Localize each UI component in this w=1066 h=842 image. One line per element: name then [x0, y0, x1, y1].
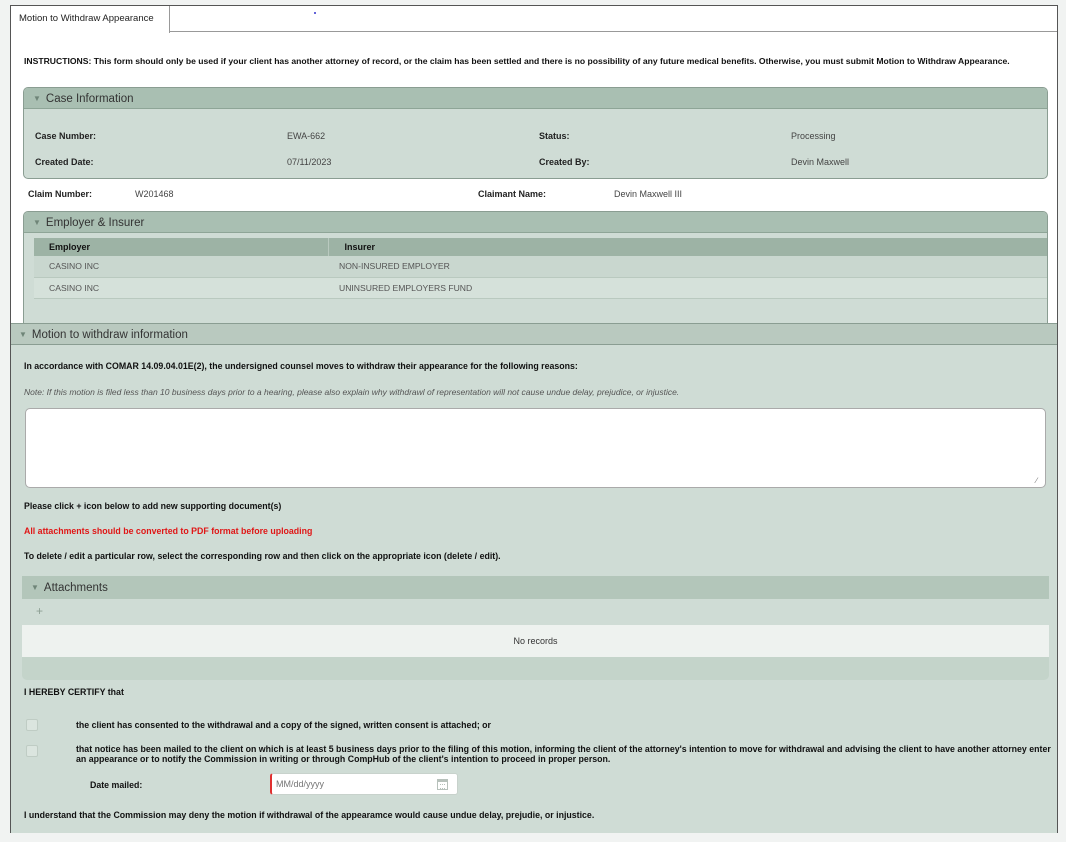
column-header-employer[interactable]: Employer [34, 238, 328, 256]
created-date-value: 07/11/2023 [287, 157, 332, 167]
employer-insurer-title: Employer & Insurer [45, 217, 145, 229]
employer-cell: CASINO INC [34, 256, 328, 278]
employer-cell: CASINO INC [34, 277, 328, 299]
add-document-instruction: Please click + icon below to add new sup… [24, 501, 282, 511]
tab-motion-to-withdraw[interactable]: Motion to Withdraw Appearance [11, 6, 170, 33]
employer-insurer-table: Employer Insurer CASINO INC NON-INSURED … [34, 238, 1047, 299]
understand-statement: I understand that the Commission may den… [24, 810, 595, 820]
delete-edit-instruction: To delete / edit a particular row, selec… [24, 551, 501, 561]
column-header-insurer[interactable]: Insurer [327, 238, 1047, 256]
certify-heading: I HEREBY CERTIFY that [24, 687, 124, 697]
claimant-name-value: Devin Maxwell III [614, 189, 683, 199]
case-number-value: EWA-662 [287, 131, 326, 141]
accordance-text: In accordance with COMAR 14.09.04.01E(2)… [24, 361, 578, 371]
consent-option-text: the client has consented to the withdraw… [76, 720, 491, 730]
chevron-down-icon: ▼ [33, 218, 41, 227]
notice-mailed-checkbox[interactable] [26, 745, 38, 757]
withdrawal-reasons-textarea[interactable] [25, 408, 1046, 488]
attachments-title: Attachments [43, 582, 108, 594]
claimant-name-label: Claimant Name: [478, 189, 547, 199]
case-information-title: Case Information [45, 93, 134, 105]
form-window: Motion to Withdraw Appearance INSTRUCTIO… [10, 5, 1058, 833]
chevron-down-icon: ▼ [33, 94, 41, 103]
motion-withdraw-title: Motion to withdraw information [31, 329, 188, 341]
notice-mailed-option-text: that notice has been mailed to the clien… [76, 744, 1051, 764]
claim-number-label: Claim Number: [28, 189, 93, 199]
table-header-row: Employer Insurer [34, 238, 1047, 256]
attachments-header[interactable]: ▼ Attachments [22, 576, 1049, 599]
employer-insurer-header[interactable]: ▼ Employer & Insurer [24, 212, 1047, 233]
chevron-down-icon: ▼ [19, 330, 27, 339]
tab-bar: Motion to Withdraw Appearance [11, 6, 1057, 33]
motion-withdraw-header[interactable]: ▼ Motion to withdraw information [11, 323, 1057, 345]
plus-icon[interactable]: + [36, 604, 43, 618]
employer-insurer-panel: ▼ Employer & Insurer Employer Insurer CAS… [23, 211, 1048, 323]
tab-bar-dot [314, 12, 316, 14]
hearing-note-text: Note: If this motion is filed less than … [24, 387, 680, 397]
created-date-label: Created Date: [35, 157, 94, 167]
chevron-down-icon: ▼ [31, 583, 39, 592]
attachments-panel: ▼ Attachments + No records [22, 576, 1049, 680]
case-information-header[interactable]: ▼ Case Information [24, 88, 1047, 109]
table-row[interactable]: CASINO INC UNINSURED EMPLOYERS FUND [34, 277, 1047, 299]
date-mailed-input[interactable] [276, 777, 426, 791]
case-number-label: Case Number: [35, 131, 97, 141]
consent-checkbox[interactable] [26, 719, 38, 731]
created-by-value: Devin Maxwell [791, 157, 850, 167]
status-label: Status: [539, 131, 570, 141]
date-mailed-field[interactable] [270, 773, 458, 795]
claim-number-value: W201468 [135, 189, 174, 199]
insurer-cell: UNINSURED EMPLOYERS FUND [328, 277, 1047, 299]
case-information-panel: ▼ Case Information Case Number: EWA-662 S… [23, 87, 1048, 179]
attachments-toolbar: + [22, 599, 1049, 625]
insurer-cell: NON-INSURED EMPLOYER [328, 256, 1047, 278]
calendar-icon[interactable] [437, 779, 448, 790]
table-row[interactable]: CASINO INC NON-INSURED EMPLOYER [34, 256, 1047, 278]
instructions-text: INSTRUCTIONS: This form should only be u… [24, 56, 1010, 66]
resize-handle-icon[interactable]: ∕ [1036, 477, 1044, 485]
motion-withdraw-section: ▼ Motion to withdraw information In accor… [11, 323, 1057, 833]
pdf-format-warning: All attachments should be converted to P… [24, 526, 313, 536]
date-mailed-label: Date mailed: [90, 780, 143, 790]
created-by-label: Created By: [539, 157, 590, 167]
status-value: Processing [791, 131, 836, 141]
no-records-text: No records [22, 625, 1049, 657]
